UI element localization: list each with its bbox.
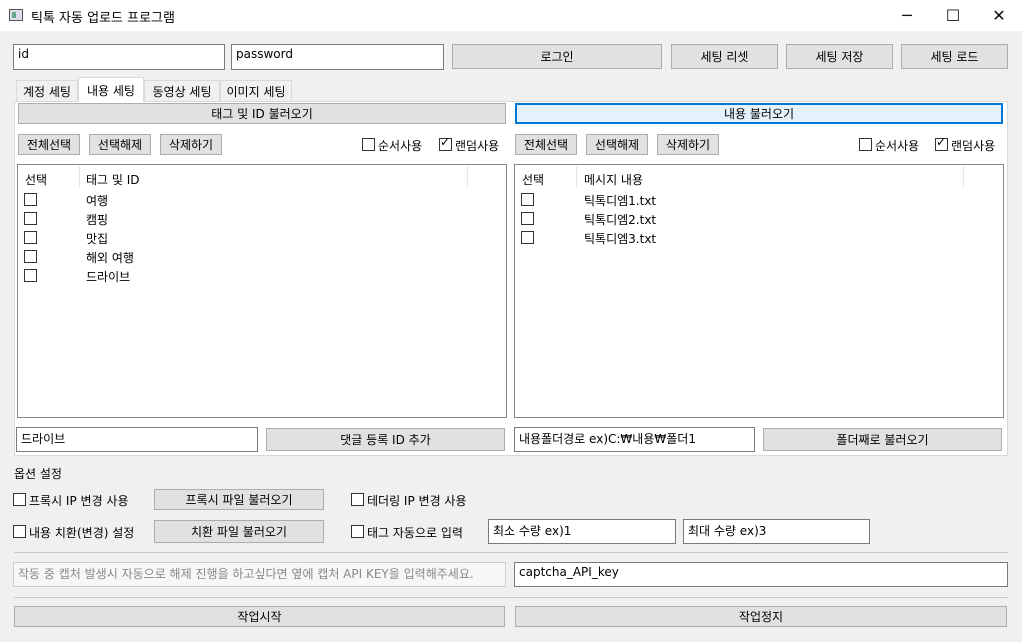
list-item-checkbox[interactable]: [521, 212, 534, 225]
right-order-use-label: 순서사용: [875, 139, 920, 153]
right-col-select: 선택: [522, 173, 545, 187]
list-item-checkbox[interactable]: [24, 212, 37, 225]
password-input[interactable]: password: [231, 44, 444, 70]
tab-video-settings[interactable]: 동영상 세팅: [144, 80, 220, 101]
list-item-checkbox[interactable]: [24, 231, 37, 244]
tab-account-settings[interactable]: 계정 세팅: [16, 80, 78, 101]
id-input[interactable]: id: [13, 44, 225, 70]
save-settings-button[interactable]: 세팅 저장: [786, 44, 893, 69]
load-folder-button[interactable]: 폴더째로 불러오기: [763, 428, 1002, 451]
load-replace-file-button[interactable]: 치환 파일 불러오기: [154, 520, 324, 543]
left-col-name: 태그 및 ID: [86, 173, 140, 187]
left-order-use-checkbox[interactable]: [362, 138, 375, 151]
list-item-checkbox[interactable]: [24, 269, 37, 282]
list-item-checkbox[interactable]: [24, 250, 37, 263]
right-random-use-checkbox[interactable]: [935, 136, 948, 151]
list-item[interactable]: 틱톡디엠2.txt: [584, 211, 656, 228]
load-tags-ids-button[interactable]: 태그 및 ID 불러오기: [18, 103, 506, 124]
list-item-checkbox[interactable]: [24, 193, 37, 206]
start-job-button[interactable]: 작업시작: [14, 606, 505, 627]
options-section-title: 옵션 설정: [14, 467, 62, 481]
list-item[interactable]: 여행: [86, 192, 108, 209]
minimize-icon[interactable]: ─: [884, 0, 930, 31]
list-item[interactable]: 틱톡디엠1.txt: [584, 192, 656, 209]
add-comment-id-button[interactable]: 댓글 등록 ID 추가: [266, 428, 505, 451]
left-deselect-button[interactable]: 선택해제: [89, 134, 151, 155]
left-order-use-label: 순서사용: [378, 139, 423, 153]
load-proxy-file-button[interactable]: 프록시 파일 불러오기: [154, 489, 324, 510]
list-item[interactable]: 맛집: [86, 230, 108, 247]
tag-auto-label: 태그 자동으로 입력: [367, 526, 463, 540]
list-item[interactable]: 해외 여행: [86, 249, 134, 266]
load-content-button[interactable]: 내용 불러오기: [515, 103, 1003, 124]
proxy-ip-label: 프록시 IP 변경 사용: [29, 494, 129, 508]
tab-image-settings[interactable]: 이미지 세팅: [220, 80, 292, 101]
reset-settings-button[interactable]: 세팅 리셋: [671, 44, 778, 69]
comment-id-input[interactable]: 드라이브: [16, 427, 258, 452]
maximize-icon[interactable]: ☐: [930, 0, 976, 31]
right-order-use-checkbox[interactable]: [859, 138, 872, 151]
list-item-checkbox[interactable]: [521, 193, 534, 206]
max-count-input[interactable]: 최대 수량 ex)3: [683, 519, 870, 544]
close-icon[interactable]: ✕: [976, 0, 1022, 31]
list-item[interactable]: 드라이브: [86, 268, 130, 285]
left-random-use-label: 랜덤사용: [455, 139, 500, 153]
right-select-all-button[interactable]: 전체선택: [515, 134, 577, 155]
app-icon: [9, 9, 23, 21]
load-settings-button[interactable]: 세팅 로드: [901, 44, 1008, 69]
list-item[interactable]: 틱톡디엠3.txt: [584, 230, 656, 247]
tethering-ip-label: 테더링 IP 변경 사용: [367, 494, 467, 508]
right-col-name: 메시지 내용: [584, 173, 644, 187]
left-delete-button[interactable]: 삭제하기: [160, 134, 222, 155]
login-button[interactable]: 로그인: [452, 44, 662, 69]
left-random-use-checkbox[interactable]: [439, 136, 452, 151]
list-item-checkbox[interactable]: [521, 231, 534, 244]
min-count-input[interactable]: 최소 수량 ex)1: [488, 519, 676, 544]
replace-setting-label: 내용 치환(변경) 설정: [29, 526, 135, 540]
tag-auto-checkbox[interactable]: [351, 525, 364, 538]
proxy-ip-checkbox[interactable]: [13, 493, 26, 506]
right-random-use-label: 랜덤사용: [951, 139, 996, 153]
content-folder-input[interactable]: 내용폴더경로 ex)C:₩내용₩폴더1: [514, 427, 755, 452]
left-select-all-button[interactable]: 전체선택: [18, 134, 80, 155]
captcha-note: 작동 중 캡처 발생시 자동으로 해제 진행을 하고싶다면 옆에 캡처 API …: [13, 562, 506, 587]
divider: [14, 552, 1008, 553]
window-title: 틱톡 자동 업로드 프로그램: [31, 11, 175, 26]
right-delete-button[interactable]: 삭제하기: [657, 134, 719, 155]
tab-content-settings[interactable]: 내용 세팅: [78, 77, 144, 102]
tethering-ip-checkbox[interactable]: [351, 493, 364, 506]
list-item[interactable]: 캠핑: [86, 211, 108, 228]
stop-job-button[interactable]: 작업정지: [515, 606, 1007, 627]
left-col-select: 선택: [25, 173, 48, 187]
divider: [14, 597, 1008, 598]
right-deselect-button[interactable]: 선택해제: [586, 134, 648, 155]
captcha-api-key-input[interactable]: captcha_API_key: [514, 562, 1008, 587]
replace-setting-checkbox[interactable]: [13, 525, 26, 538]
